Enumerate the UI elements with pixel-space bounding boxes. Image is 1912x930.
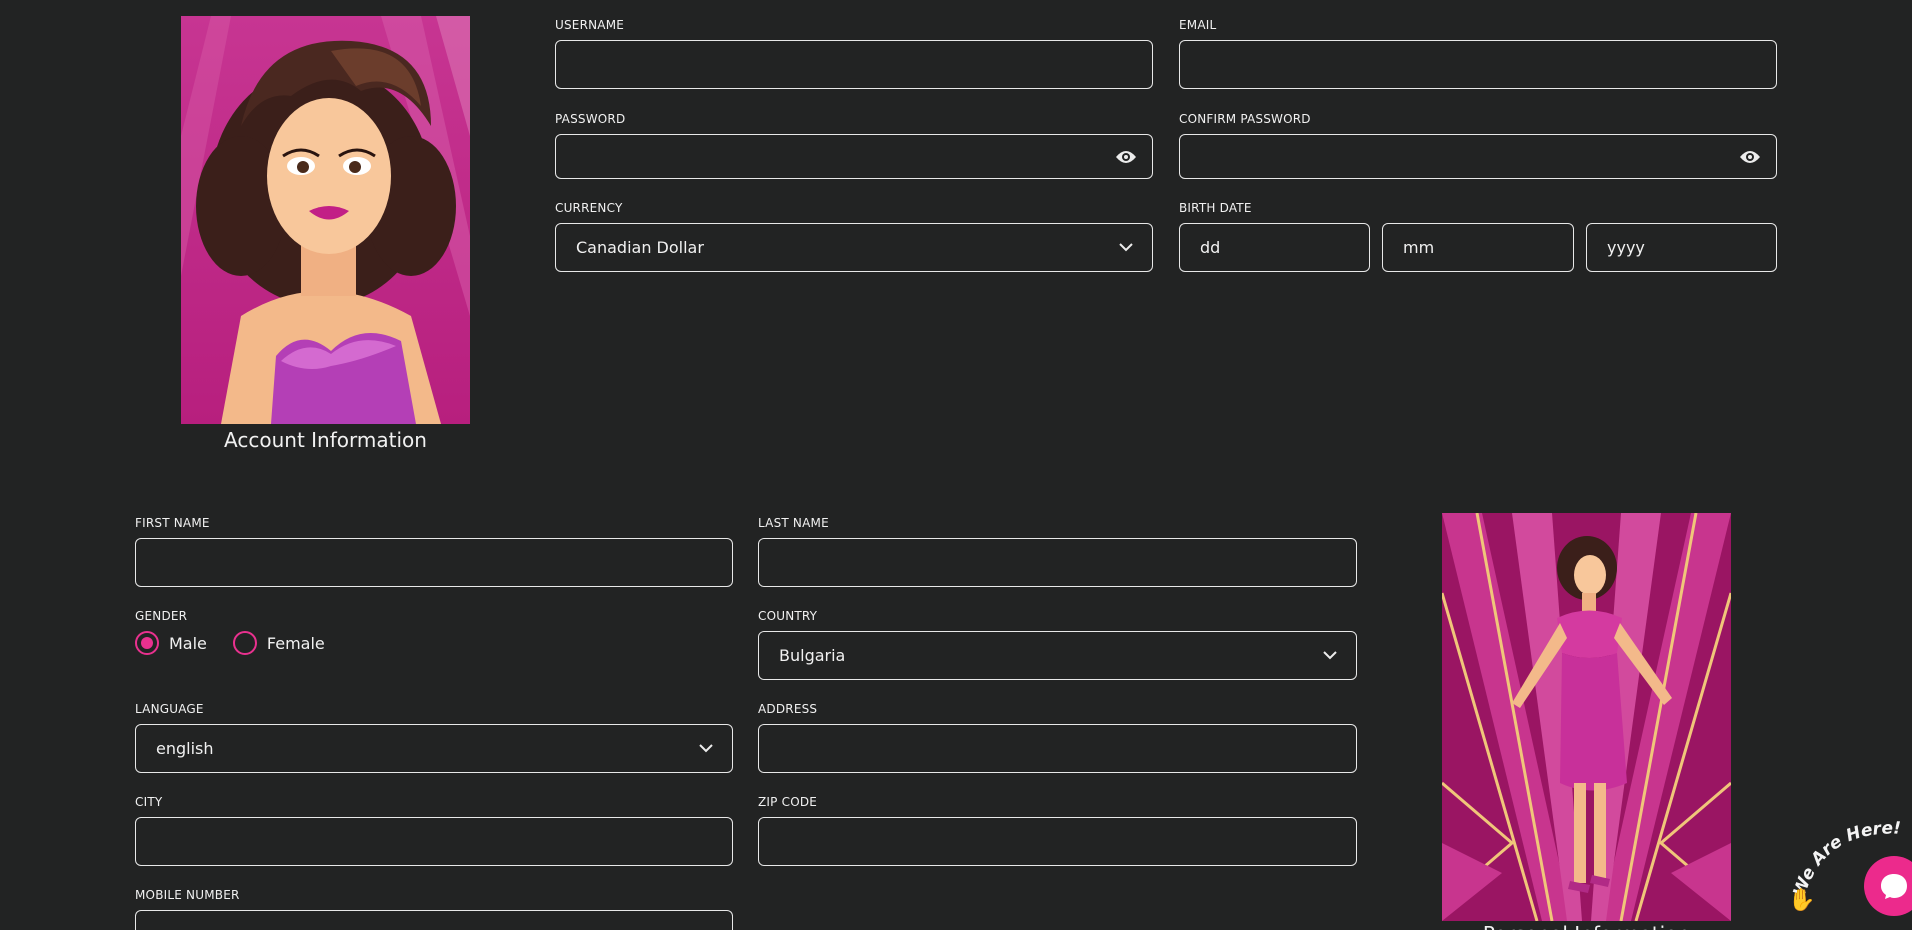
- username-field: USERNAME: [555, 16, 1153, 89]
- chevron-down-icon: [1318, 644, 1342, 668]
- confirm-password-label: CONFIRM PASSWORD: [1179, 112, 1311, 126]
- zip-code-label: ZIP CODE: [758, 795, 818, 809]
- chevron-down-icon: [1114, 236, 1138, 260]
- last-name-label: LAST NAME: [758, 516, 829, 530]
- city-field: CITY: [135, 793, 733, 866]
- country-value: Bulgaria: [779, 646, 846, 665]
- gender-field: GENDER Male Female: [135, 607, 733, 667]
- language-select[interactable]: english: [135, 724, 733, 773]
- password-field: PASSWORD: [555, 110, 1153, 179]
- chat-widget: We Are Here! ✋ 1: [1784, 818, 1912, 930]
- waving-hand-icon: ✋: [1788, 888, 1816, 913]
- account-information-caption: Account Information: [224, 428, 427, 452]
- city-label: CITY: [135, 795, 163, 809]
- currency-field: CURRENCY Canadian Dollar: [555, 199, 1153, 272]
- language-value: english: [156, 739, 214, 758]
- address-field: ADDRESS: [758, 700, 1357, 773]
- currency-label: CURRENCY: [555, 201, 623, 215]
- last-name-input[interactable]: [758, 538, 1357, 587]
- language-label: LANGUAGE: [135, 702, 204, 716]
- female-radio[interactable]: [232, 631, 257, 655]
- country-field: COUNTRY Bulgaria: [758, 607, 1357, 680]
- account-illustration: [181, 16, 470, 424]
- last-name-field: LAST NAME: [758, 514, 1357, 587]
- radio-selected-dot: [141, 637, 153, 649]
- fullbody-artwork: [1442, 513, 1731, 921]
- female-label: Female: [266, 633, 325, 653]
- birth-day-input[interactable]: dd: [1179, 223, 1370, 272]
- first-name-input[interactable]: [135, 538, 733, 587]
- chevron-down-icon: [694, 737, 718, 761]
- country-label: COUNTRY: [758, 609, 818, 623]
- personal-illustration: [1442, 513, 1731, 921]
- birth-day-placeholder: dd: [1200, 238, 1221, 257]
- country-select[interactable]: Bulgaria: [758, 631, 1357, 680]
- currency-select[interactable]: Canadian Dollar: [555, 223, 1153, 272]
- confirm-password-field: CONFIRM PASSWORD: [1179, 110, 1777, 179]
- username-label: USERNAME: [555, 18, 625, 32]
- email-label: EMAIL: [1179, 18, 1217, 32]
- registration-page: Account Information USERNAME EMAIL PASSW…: [0, 0, 1912, 930]
- birth-year-placeholder: yyyy: [1607, 238, 1645, 257]
- birth-month-input[interactable]: mm: [1382, 223, 1574, 272]
- male-label: Male: [169, 633, 207, 653]
- zip-code-field: ZIP CODE: [758, 793, 1357, 866]
- email-input[interactable]: [1179, 40, 1777, 89]
- mobile-number-label: MOBILE NUMBER: [135, 888, 240, 902]
- birth-year-input[interactable]: yyyy: [1586, 223, 1777, 272]
- first-name-field: FIRST NAME: [135, 514, 733, 587]
- address-label: ADDRESS: [758, 702, 818, 716]
- gender-label: GENDER: [135, 609, 188, 623]
- gender-option-male[interactable]: Male: [135, 631, 207, 655]
- show-confirm-password-eye-icon[interactable]: [1738, 145, 1762, 169]
- confirm-password-input[interactable]: [1179, 134, 1777, 179]
- username-input[interactable]: [555, 40, 1153, 89]
- gender-options: Male Female: [135, 631, 341, 655]
- chat-bubble-icon: [1881, 874, 1907, 899]
- language-field: LANGUAGE english: [135, 700, 733, 773]
- gender-option-female[interactable]: Female: [232, 631, 325, 655]
- male-radio[interactable]: [135, 631, 159, 655]
- birth-month-placeholder: mm: [1403, 238, 1435, 257]
- personal-information-caption: Personal Information: [1442, 922, 1731, 930]
- mobile-number-field: MOBILE NUMBER: [135, 886, 733, 930]
- birth-date-label: BIRTH DATE: [1179, 201, 1252, 215]
- address-input[interactable]: [758, 724, 1357, 773]
- password-label: PASSWORD: [555, 112, 626, 126]
- portrait-artwork: [181, 16, 470, 424]
- email-field: EMAIL: [1179, 16, 1777, 89]
- city-input[interactable]: [135, 817, 733, 866]
- birth-date-field: BIRTH DATE dd mm yyyy: [1179, 199, 1777, 272]
- password-input[interactable]: [555, 134, 1153, 179]
- zip-code-input[interactable]: [758, 817, 1357, 866]
- currency-value: Canadian Dollar: [576, 238, 704, 257]
- show-password-eye-icon[interactable]: [1114, 145, 1138, 169]
- mobile-number-input[interactable]: [135, 910, 733, 930]
- first-name-label: FIRST NAME: [135, 516, 210, 530]
